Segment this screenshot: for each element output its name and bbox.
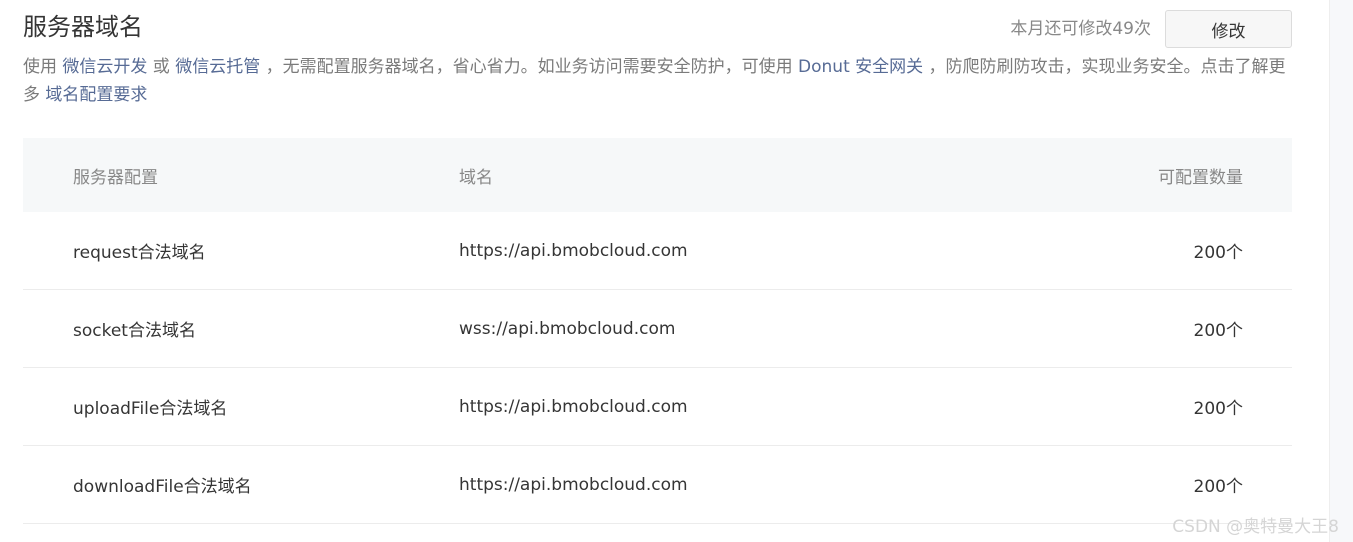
table-row: uploadFile合法域名 https://api.bmobcloud.com… [23, 368, 1292, 446]
cell-config: uploadFile合法域名 [73, 399, 228, 419]
desc-text-3: ，无需配置服务器域名，省心省力。如业务访问需要安全防护，可使用 [260, 57, 799, 77]
column-header-domain: 域名 [459, 167, 493, 188]
cell-count: 200个 [1193, 399, 1243, 419]
table-row: request合法域名 https://api.bmobcloud.com 20… [23, 212, 1292, 290]
header-actions: 本月还可修改49次 修改 [1010, 10, 1292, 48]
cell-domain: wss://api.bmobcloud.com [459, 318, 676, 339]
watermark: CSDN @奥特曼大王8 [1172, 517, 1339, 537]
cell-domain: https://api.bmobcloud.com [459, 474, 688, 495]
scrollbar-track[interactable] [1329, 0, 1353, 542]
server-domain-section: 服务器域名 本月还可修改49次 修改 使用 微信云开发 或 微信云托管 ，无需配… [23, 0, 1292, 524]
modify-button[interactable]: 修改 [1165, 10, 1292, 48]
table-row: downloadFile合法域名 https://api.bmobcloud.c… [23, 446, 1292, 524]
wechat-cloud-dev-link[interactable]: 微信云开发 [62, 57, 147, 77]
donut-security-gateway-link[interactable]: Donut 安全网关 [798, 57, 923, 77]
page-title: 服务器域名 [23, 13, 143, 41]
column-header-count: 可配置数量 [1158, 167, 1243, 188]
cell-config: socket合法域名 [73, 321, 196, 341]
section-description: 使用 微信云开发 或 微信云托管 ，无需配置服务器域名，省心省力。如业务访问需要… [23, 53, 1292, 109]
desc-text-2: 或 [147, 57, 176, 77]
cell-config: request合法域名 [73, 243, 206, 263]
cell-domain: https://api.bmobcloud.com [459, 396, 688, 417]
domain-requirements-link[interactable]: 域名配置要求 [45, 85, 147, 105]
cell-count: 200个 [1193, 321, 1243, 341]
desc-text-1: 使用 [23, 57, 63, 77]
remaining-modifications-text: 本月还可修改49次 [1010, 19, 1151, 39]
cell-domain: https://api.bmobcloud.com [459, 240, 688, 261]
section-header: 服务器域名 本月还可修改49次 修改 [23, 0, 1292, 50]
cell-count: 200个 [1193, 243, 1243, 263]
wechat-cloud-hosting-link[interactable]: 微信云托管 [175, 57, 260, 77]
table-header: 服务器配置 域名 可配置数量 [23, 138, 1292, 212]
table-row: socket合法域名 wss://api.bmobcloud.com 200个 [23, 290, 1292, 368]
domain-table: 服务器配置 域名 可配置数量 request合法域名 https://api.b… [23, 138, 1292, 524]
column-header-config: 服务器配置 [73, 167, 158, 188]
cell-count: 200个 [1193, 477, 1243, 497]
cell-config: downloadFile合法域名 [73, 477, 252, 497]
